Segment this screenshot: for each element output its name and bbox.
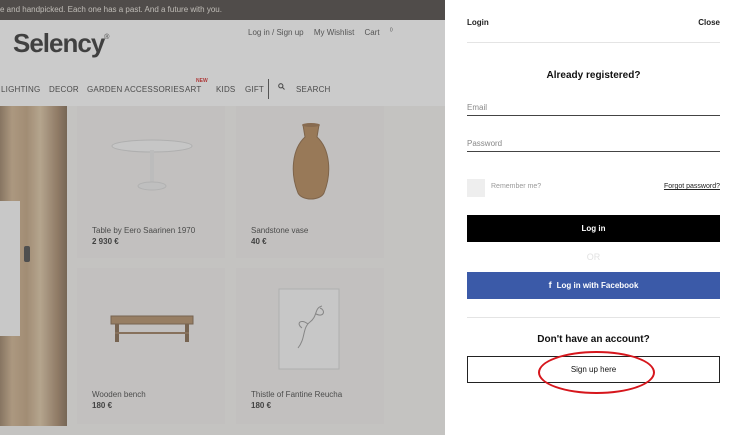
drawer-title: Login [467, 18, 489, 27]
facebook-login-label: Log in with Facebook [556, 281, 639, 290]
signup-button[interactable]: Sign up here [467, 356, 720, 383]
facebook-login-button[interactable]: f Log in with Facebook [467, 272, 720, 299]
login-drawer: Login Close Already registered? Remember… [445, 0, 742, 435]
password-field[interactable] [467, 135, 720, 152]
email-field[interactable] [467, 99, 720, 116]
or-separator: OR [586, 252, 601, 262]
close-button[interactable]: Close [698, 18, 720, 27]
forgot-password-link[interactable]: Forgot password? [664, 183, 720, 190]
remember-me-checkbox[interactable] [467, 179, 485, 197]
no-account-heading: Don't have an account? [537, 334, 650, 345]
header-divider [467, 42, 720, 43]
already-registered-heading: Already registered? [546, 70, 641, 81]
login-button[interactable]: Log in [467, 215, 720, 242]
section-divider [467, 317, 720, 318]
modal-backdrop[interactable] [0, 0, 445, 435]
remember-me-label: Remember me? [491, 183, 542, 190]
facebook-icon: f [548, 280, 552, 290]
